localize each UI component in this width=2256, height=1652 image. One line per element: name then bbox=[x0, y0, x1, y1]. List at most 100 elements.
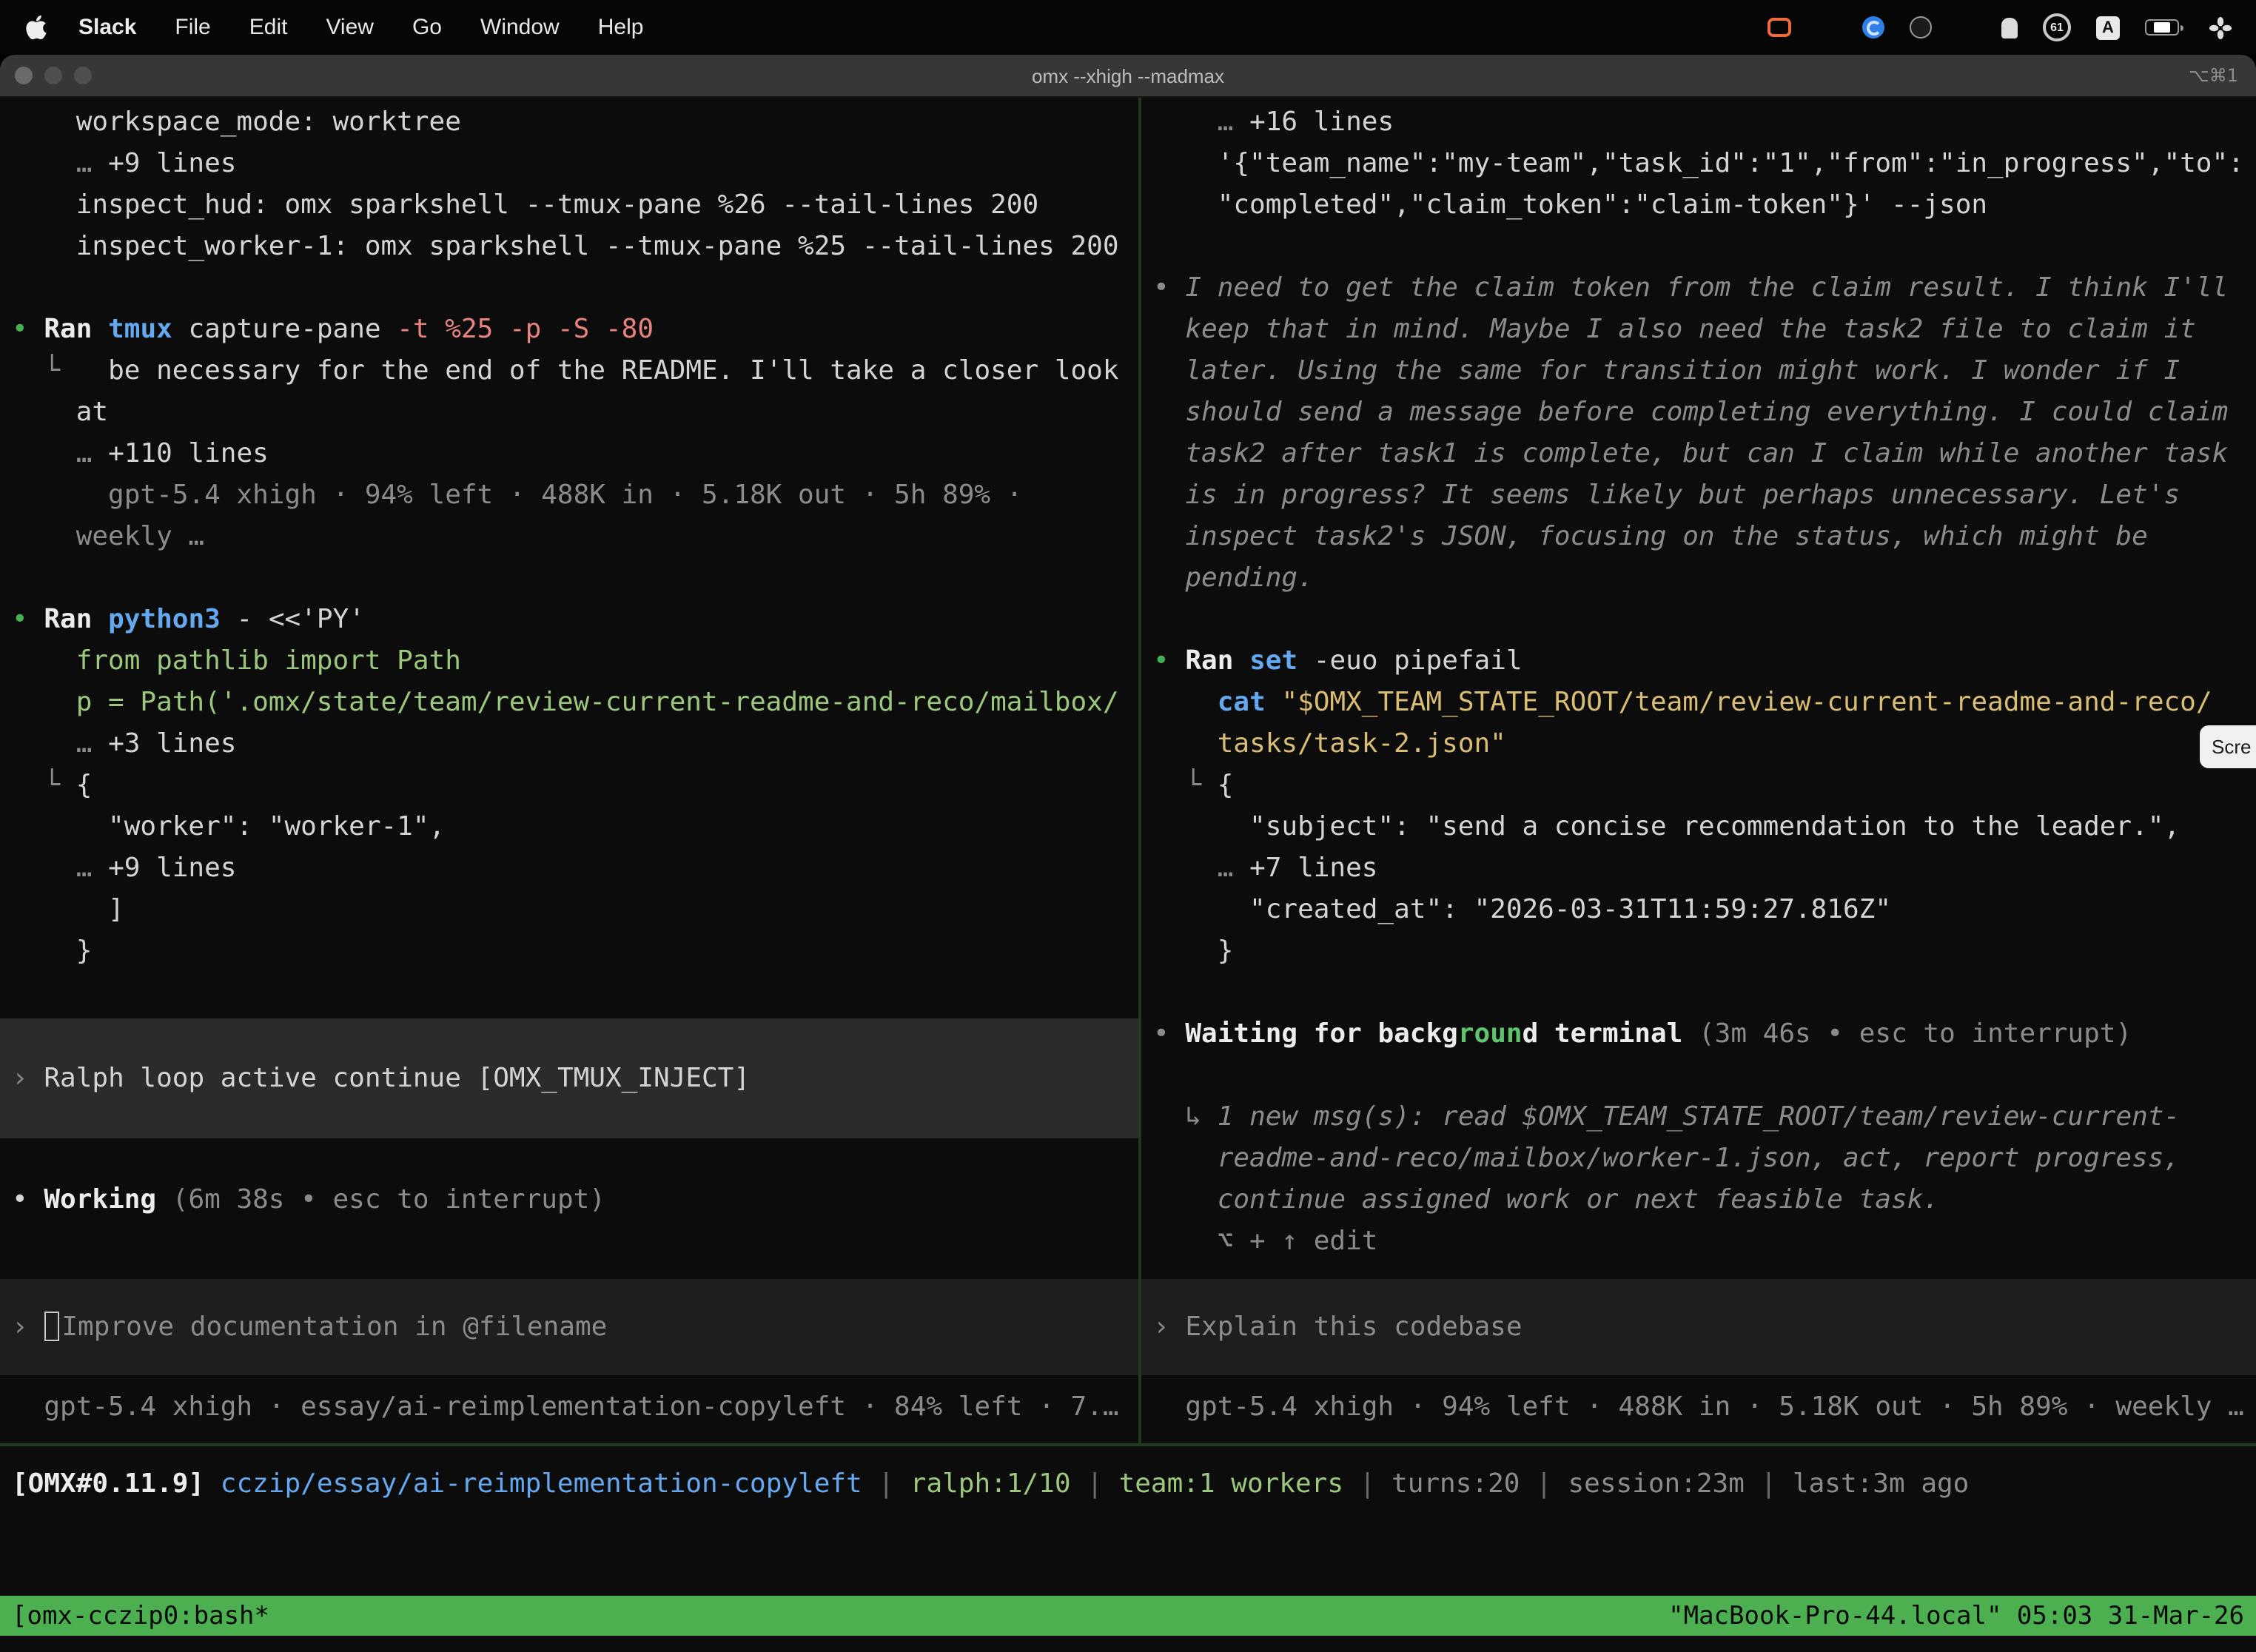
tmux-session-label: [omx-cczip0:bash* bbox=[12, 1601, 269, 1631]
close-button[interactable] bbox=[15, 67, 33, 84]
output-block: • Working (6m 38s • esc to interrupt) bbox=[12, 1180, 1138, 1221]
terminal-line: • Working (6m 38s • esc to interrupt) bbox=[12, 1180, 1138, 1221]
terminal-line: … +9 lines bbox=[12, 144, 1138, 185]
menu-edit[interactable]: Edit bbox=[249, 15, 288, 40]
spacer bbox=[12, 268, 1138, 309]
spacer bbox=[1153, 1055, 2256, 1097]
terminal-line: └ { bbox=[12, 765, 1138, 807]
terminal-line: readme-and-reco/mailbox/worker-1.json, a… bbox=[1153, 1138, 2256, 1180]
battery-percent-icon[interactable]: 61 bbox=[2043, 13, 2071, 41]
output-block: ↳ 1 new msg(s): read $OMX_TEAM_STATE_ROO… bbox=[1153, 1097, 2256, 1263]
menu-items: File Edit View Go Window Help bbox=[175, 15, 643, 40]
terminal-line: cat "$OMX_TEAM_STATE_ROOT/team/review-cu… bbox=[1153, 682, 2256, 724]
terminal-line: › Explain this codebase bbox=[1153, 1306, 1523, 1348]
minimize-button[interactable] bbox=[44, 67, 62, 84]
spacer bbox=[1153, 1263, 2256, 1279]
spacer bbox=[12, 1138, 1138, 1180]
prompt-input-left[interactable]: › Improve documentation in @filename bbox=[0, 1279, 1138, 1375]
apple-menu-icon[interactable] bbox=[24, 15, 49, 40]
right-pane[interactable]: … +16 lines '{"team_name":"my-team","tas… bbox=[1141, 98, 2256, 1443]
terminal-line: • I need to get the claim token from the… bbox=[1153, 268, 2256, 309]
app-menu-name[interactable]: Slack bbox=[78, 15, 136, 40]
terminal-line: should send a message before completing … bbox=[1153, 392, 2256, 434]
output-block: • Waiting for background terminal (3m 46… bbox=[1153, 1014, 2256, 1055]
terminal-line: "completed","claim_token":"claim-token"}… bbox=[1153, 185, 2256, 226]
terminal-line: • Ran set -euo pipefail bbox=[1153, 641, 2256, 682]
terminal-line: … +3 lines bbox=[12, 724, 1138, 765]
terminal-line: } bbox=[12, 931, 1138, 973]
menu-window[interactable]: Window bbox=[480, 15, 560, 40]
tmux-status-bar: [omx-cczip0:bash* "MacBook-Pro-44.local"… bbox=[0, 1596, 2256, 1636]
terminal-line: … +7 lines bbox=[1153, 848, 2256, 890]
dots-grid-icon[interactable] bbox=[1957, 18, 1976, 37]
terminal-line: pending. bbox=[1153, 558, 2256, 600]
traffic-lights bbox=[15, 55, 92, 96]
prompt-input-right[interactable]: › Explain this codebase bbox=[1141, 1279, 2256, 1375]
terminal-line: ] bbox=[12, 890, 1138, 931]
window-title-bar[interactable]: omx --xhigh --madmax ⌥⌘1 bbox=[0, 55, 2256, 98]
terminal-line: › Improve documentation in @filename bbox=[12, 1306, 607, 1348]
terminal-line: '{"team_name":"my-team","task_id":"1","f… bbox=[1153, 144, 2256, 185]
terminal-window: omx --xhigh --madmax ⌥⌘1 workspace_mode:… bbox=[0, 55, 2256, 1652]
terminal-line: weekly … bbox=[12, 517, 1138, 558]
menu-bar-status-icons: 61 A bbox=[1767, 13, 2232, 41]
terminal-line: keep that in mind. Maybe I also need the… bbox=[1153, 309, 2256, 351]
text-cursor bbox=[44, 1311, 58, 1340]
terminal-line: ⌥ + ↑ edit bbox=[1153, 1221, 2256, 1263]
terminal-line: inspect task2's JSON, focusing on the st… bbox=[1153, 517, 2256, 558]
ghost-app-icon[interactable] bbox=[2001, 17, 2018, 38]
injected-message-band[interactable]: › Ralph loop active continue [OMX_TMUX_I… bbox=[0, 1018, 1138, 1138]
terminal-line: "worker": "worker-1", bbox=[12, 807, 1138, 848]
terminal-line: } bbox=[1153, 931, 2256, 973]
window-title: omx --xhigh --madmax bbox=[1032, 64, 1224, 87]
spacer bbox=[12, 1375, 1138, 1387]
pane-divider-horizontal bbox=[0, 1443, 2256, 1446]
terminal-line: inspect_worker-1: omx sparkshell --tmux-… bbox=[12, 226, 1138, 268]
terminal-content: workspace_mode: worktree … +9 lines insp… bbox=[0, 98, 2256, 1652]
screen-recording-icon[interactable] bbox=[1767, 18, 1791, 37]
output-block: … +16 lines '{"team_name":"my-team","tas… bbox=[1153, 102, 2256, 226]
output-block: • Ran tmux capture-pane -t %25 -p -S -80… bbox=[12, 309, 1138, 558]
terminal-line: ↳ 1 new msg(s): read $OMX_TEAM_STATE_ROO… bbox=[1153, 1097, 2256, 1138]
terminal-line: … +9 lines bbox=[12, 848, 1138, 890]
terminal-line: is in progress? It seems likely but perh… bbox=[1153, 475, 2256, 517]
menu-view[interactable]: View bbox=[326, 15, 374, 40]
window-shortcut-hint: ⌥⌘1 bbox=[2189, 65, 2238, 86]
spacer bbox=[12, 973, 1138, 1018]
terminal-line: └ be necessary for the end of the README… bbox=[12, 351, 1138, 392]
fan-icon[interactable] bbox=[2209, 16, 2232, 39]
terminal-line: tasks/task-2.json" bbox=[1153, 724, 2256, 765]
menu-help[interactable]: Help bbox=[598, 15, 644, 40]
spacer bbox=[1153, 226, 2256, 268]
grid-app-icon[interactable] bbox=[1816, 17, 1837, 38]
pane-divider-vertical[interactable] bbox=[1138, 98, 1141, 1446]
terminal-line: from pathlib import Path bbox=[12, 641, 1138, 682]
output-block: • Ran set -euo pipefail cat "$OMX_TEAM_S… bbox=[1153, 641, 2256, 973]
output-block: workspace_mode: worktree … +9 lines insp… bbox=[12, 102, 1138, 268]
input-source-icon[interactable]: A bbox=[2096, 16, 2120, 39]
spacer bbox=[12, 1221, 1138, 1279]
blue-app-icon[interactable] bbox=[1862, 16, 1884, 38]
output-block: • Ran python3 - <<'PY' from pathlib impo… bbox=[12, 600, 1138, 973]
dark-app-icon[interactable] bbox=[1910, 16, 1932, 38]
screen-overlay-tooltip[interactable]: Scre bbox=[2200, 725, 2256, 768]
battery-icon[interactable] bbox=[2145, 19, 2179, 36]
spacer bbox=[1153, 973, 2256, 1014]
zoom-button[interactable] bbox=[74, 67, 92, 84]
terminal-line: └ { bbox=[1153, 765, 2256, 807]
left-pane[interactable]: workspace_mode: worktree … +9 lines insp… bbox=[0, 98, 1138, 1443]
menu-file[interactable]: File bbox=[175, 15, 210, 40]
terminal-line: • Waiting for background terminal (3m 46… bbox=[1153, 1014, 2256, 1055]
output-block: gpt-5.4 xhigh · 94% left · 488K in · 5.1… bbox=[1153, 1387, 2256, 1428]
terminal-line: … +16 lines bbox=[1153, 102, 2256, 144]
terminal-line: inspect_hud: omx sparkshell --tmux-pane … bbox=[12, 185, 1138, 226]
terminal-line: at bbox=[12, 392, 1138, 434]
tmux-host-clock: "MacBook-Pro-44.local" 05:03 31-Mar-26 bbox=[1668, 1601, 2244, 1631]
terminal-line: later. Using the same for transition mig… bbox=[1153, 351, 2256, 392]
spacer bbox=[12, 558, 1138, 600]
spacer bbox=[1153, 1375, 2256, 1387]
terminal-line: workspace_mode: worktree bbox=[12, 102, 1138, 144]
menu-go[interactable]: Go bbox=[412, 15, 442, 40]
output-block: gpt-5.4 xhigh · essay/ai-reimplementatio… bbox=[12, 1387, 1138, 1428]
terminal-line: "subject": "send a concise recommendatio… bbox=[1153, 807, 2256, 848]
